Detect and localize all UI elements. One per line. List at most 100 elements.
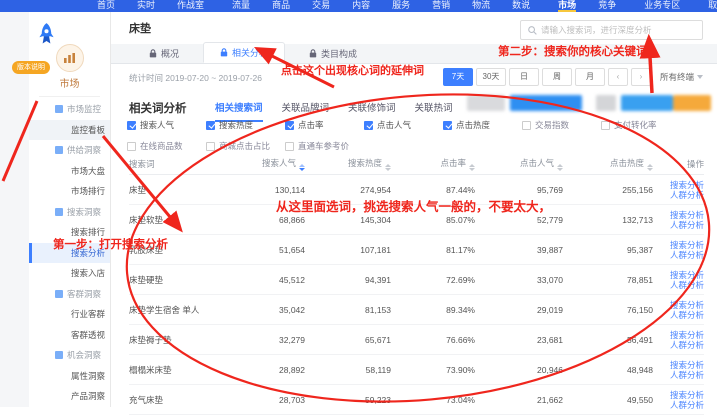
cell-click-heat: 48,948 <box>563 365 653 375</box>
tab[interactable]: 类目构成 <box>293 44 373 63</box>
nav-item[interactable]: 流量 <box>221 0 261 12</box>
nav-item[interactable]: 内容 <box>341 0 381 12</box>
link-search-analysis[interactable]: 搜索分析 <box>653 180 704 190</box>
terminal-dropdown[interactable]: 所有终端 <box>660 71 703 83</box>
sidebar-item[interactable]: 属性洞察 <box>29 366 110 387</box>
sidebar-item[interactable]: 客群透视 <box>29 325 110 346</box>
lock-icon <box>309 49 317 58</box>
link-crowd-analysis[interactable]: 人群分析 <box>653 340 704 350</box>
metric-checkbox[interactable]: 点击人气 <box>364 119 443 131</box>
pager-next-button[interactable]: › <box>631 68 651 86</box>
sidebar-item[interactable]: 产品洞察 <box>29 386 110 407</box>
col-header-keyword[interactable]: 搜索词 <box>129 158 221 170</box>
nav-item[interactable]: 作战室 <box>166 0 215 12</box>
metric-checkbox[interactable]: 搜索人气 <box>127 119 206 131</box>
date-range-button[interactable]: 日 <box>509 68 539 86</box>
metric-checkbox[interactable]: 在线商品数 <box>127 140 206 152</box>
link-search-analysis[interactable]: 搜索分析 <box>653 390 704 400</box>
checkbox-icon[interactable] <box>127 121 136 130</box>
metric-checkbox[interactable]: 支付转化率 <box>601 119 680 131</box>
lock-icon <box>220 48 228 57</box>
link-search-analysis[interactable]: 搜索分析 <box>653 360 704 370</box>
tab[interactable]: 相关分析 <box>203 42 285 63</box>
sidebar-item[interactable]: 搜索入店 <box>29 263 110 284</box>
metric-checkbox[interactable]: 交易指数 <box>522 119 601 131</box>
checkbox-icon[interactable] <box>206 142 215 151</box>
checkbox-icon[interactable] <box>522 121 531 130</box>
nav-item[interactable]: 交易 <box>301 0 341 12</box>
checkbox-icon[interactable] <box>443 121 452 130</box>
link-search-analysis[interactable]: 搜索分析 <box>653 330 704 340</box>
date-range-bar: 7天 30天 日 周 月 ‹ › 所有终端 <box>440 68 703 86</box>
link-crowd-analysis[interactable]: 人群分析 <box>653 310 704 320</box>
link-crowd-analysis[interactable]: 人群分析 <box>653 370 704 380</box>
nav-item[interactable]: 市场 <box>547 0 587 12</box>
sidebar-item[interactable]: 机会洞察 <box>29 345 110 366</box>
cell-search-popularity: 32,279 <box>221 335 305 345</box>
cell-actions: 搜索分析 人群分析 <box>653 210 704 230</box>
table-body: 床垫 130,114 274,954 87.44% 95,769 255,156… <box>129 175 704 415</box>
cell-search-heat: 94,391 <box>305 275 391 285</box>
link-crowd-analysis[interactable]: 人群分析 <box>653 220 704 230</box>
checkbox-icon[interactable] <box>601 121 610 130</box>
folder-icon <box>55 290 63 298</box>
metric-checkbox[interactable]: 直通车参考价 <box>285 140 364 152</box>
link-search-analysis[interactable]: 搜索分析 <box>653 270 704 280</box>
nav-item[interactable]: 营销 <box>421 0 461 12</box>
col-header-ctr[interactable]: 点击率 <box>391 157 475 171</box>
nav-item[interactable]: 数说 <box>501 0 541 12</box>
col-header-search-heat[interactable]: 搜索热度 <box>305 157 391 171</box>
metric-checkbox[interactable]: 点击热度 <box>443 119 522 131</box>
table-row: 榻榻米床垫 28,892 58,119 73.90% 20,946 48,948… <box>129 355 704 385</box>
sidebar-item[interactable]: 市场排行 <box>29 181 110 202</box>
nav-item[interactable]: 竞争 <box>587 0 627 12</box>
col-header-click-heat[interactable]: 点击热度 <box>563 157 653 171</box>
col-header-search-popularity[interactable]: 搜索人气 <box>221 157 305 171</box>
tab[interactable]: 概况 <box>133 44 195 63</box>
metric-checkbox[interactable]: 搜索热度 <box>206 119 285 131</box>
nav-item[interactable]: 服务 <box>381 0 421 12</box>
cell-actions: 搜索分析 人群分析 <box>653 360 704 380</box>
col-header-click-popularity[interactable]: 点击人气 <box>475 157 563 171</box>
rocket-icon[interactable] <box>33 22 60 50</box>
sidebar-item[interactable]: 市场大盘 <box>29 161 110 182</box>
sidebar-item[interactable]: 市场监控 <box>29 99 110 120</box>
link-search-analysis[interactable]: 搜索分析 <box>653 300 704 310</box>
pager-prev-button[interactable]: ‹ <box>608 68 628 86</box>
date-range-button[interactable]: 7天 <box>443 68 473 86</box>
nav-item[interactable]: 业务专区 <box>633 0 691 12</box>
sidebar-item[interactable]: 供给洞察 <box>29 140 110 161</box>
nav-item[interactable]: 商品 <box>261 0 301 12</box>
stat-time: 统计时间 2019-07-20 ~ 2019-07-26 <box>129 72 262 84</box>
cell-search-popularity: 130,114 <box>221 185 305 195</box>
nav-item[interactable]: 取数 <box>697 0 717 12</box>
search-input[interactable]: 请输入搜索词，进行深度分析 <box>520 20 703 40</box>
metric-checkbox[interactable]: 点击率 <box>285 119 364 131</box>
sidebar-item[interactable]: 客群洞察 <box>29 284 110 305</box>
checkbox-icon[interactable] <box>127 142 136 151</box>
link-crowd-analysis[interactable]: 人群分析 <box>653 250 704 260</box>
date-range-button[interactable]: 月 <box>575 68 605 86</box>
link-crowd-analysis[interactable]: 人群分析 <box>653 190 704 200</box>
checkbox-icon[interactable] <box>364 121 373 130</box>
link-search-analysis[interactable]: 搜索分析 <box>653 210 704 220</box>
sidebar-item[interactable]: 搜索排行 <box>29 222 110 243</box>
sidebar-item[interactable]: 监控看板 <box>29 120 110 141</box>
metric-checkbox[interactable]: 商城点击占比 <box>206 140 285 152</box>
date-range-button[interactable]: 30天 <box>476 68 506 86</box>
nav-item[interactable]: 物流 <box>461 0 501 12</box>
version-badge[interactable]: 版本说明 <box>12 61 50 74</box>
checkbox-icon[interactable] <box>285 142 294 151</box>
link-search-analysis[interactable]: 搜索分析 <box>653 240 704 250</box>
sidebar-item[interactable]: 搜索分析 <box>29 243 110 264</box>
sidebar-item[interactable]: 搜索洞察 <box>29 202 110 223</box>
checkbox-icon[interactable] <box>285 121 294 130</box>
nav-item[interactable]: 首页 <box>86 0 126 12</box>
date-range-button[interactable]: 周 <box>542 68 572 86</box>
link-crowd-analysis[interactable]: 人群分析 <box>653 400 704 410</box>
cell-click-heat: 76,150 <box>563 305 653 315</box>
nav-item[interactable]: 实时 <box>126 0 166 12</box>
link-crowd-analysis[interactable]: 人群分析 <box>653 280 704 290</box>
checkbox-icon[interactable] <box>206 121 215 130</box>
sidebar-item[interactable]: 行业客群 <box>29 304 110 325</box>
